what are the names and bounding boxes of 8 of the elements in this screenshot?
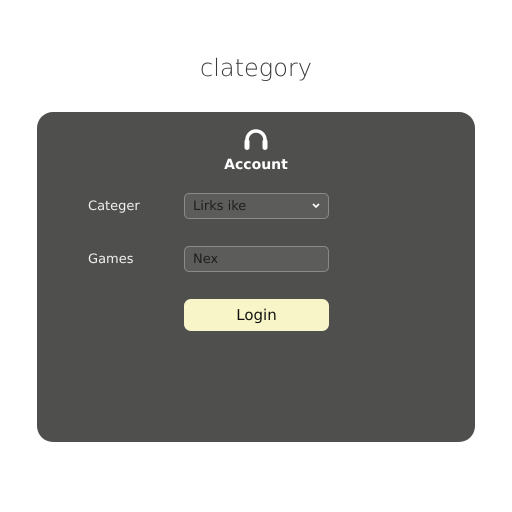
field-label: Games (88, 252, 134, 266)
field-label: Categer (88, 198, 140, 214)
caret-icon (312, 203, 320, 209)
card-title: Account (224, 157, 288, 173)
category-select[interactable]: Lirks ike (184, 193, 329, 219)
page-title: clategory (200, 53, 312, 84)
login-button[interactable]: Login (184, 299, 329, 331)
input-field[interactable]: Nex (184, 246, 329, 272)
